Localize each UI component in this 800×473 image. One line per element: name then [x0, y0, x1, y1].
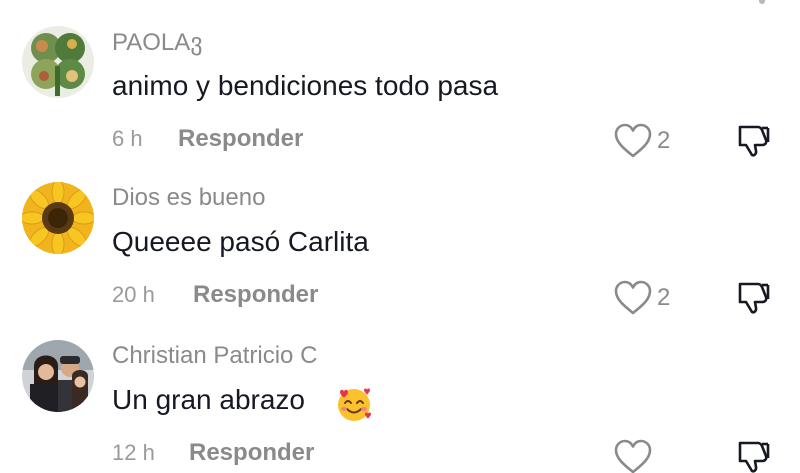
heart-icon[interactable]: [614, 439, 652, 473]
comment-time: 12 h: [112, 440, 155, 465]
comment-username[interactable]: Dios es bueno: [112, 184, 265, 212]
heart-icon[interactable]: [614, 280, 652, 316]
comment-username[interactable]: PAOLAვ: [112, 28, 203, 57]
more-options-icon[interactable]: [759, 0, 765, 4]
comment-text: Un gran abrazo: [112, 384, 305, 416]
comment-list: PAOLAვ animo y bendiciones todo pasa 6 h…: [0, 0, 800, 473]
clover-collage-avatar-icon: [22, 26, 94, 98]
heart-icon[interactable]: [614, 123, 652, 159]
like-count: 2: [657, 284, 671, 311]
comment-time: 6 h: [112, 126, 143, 151]
comment-text: Queeee pasó Carlita: [112, 226, 369, 257]
avatar[interactable]: [22, 182, 94, 254]
reply-button[interactable]: Responder: [193, 281, 318, 309]
dislike-icon[interactable]: [736, 439, 772, 473]
comment-username[interactable]: Christian Patricio C: [112, 342, 317, 370]
reply-button[interactable]: Responder: [178, 125, 303, 153]
smiling-face-with-hearts-icon: [338, 388, 371, 421]
dislike-icon[interactable]: [736, 280, 772, 316]
comment-time: 20 h: [112, 282, 155, 307]
avatar[interactable]: [22, 26, 94, 98]
like-count: 2: [657, 127, 671, 154]
comment-text: animo y bendiciones todo pasa: [112, 70, 499, 101]
comment-text-content: Un gran abrazo: [112, 384, 306, 415]
avatar[interactable]: [22, 340, 94, 412]
dislike-icon[interactable]: [736, 123, 772, 159]
sunflower-avatar-icon: [22, 182, 94, 254]
reply-button[interactable]: Responder: [189, 439, 314, 467]
family-photo-avatar-icon: [22, 340, 94, 412]
